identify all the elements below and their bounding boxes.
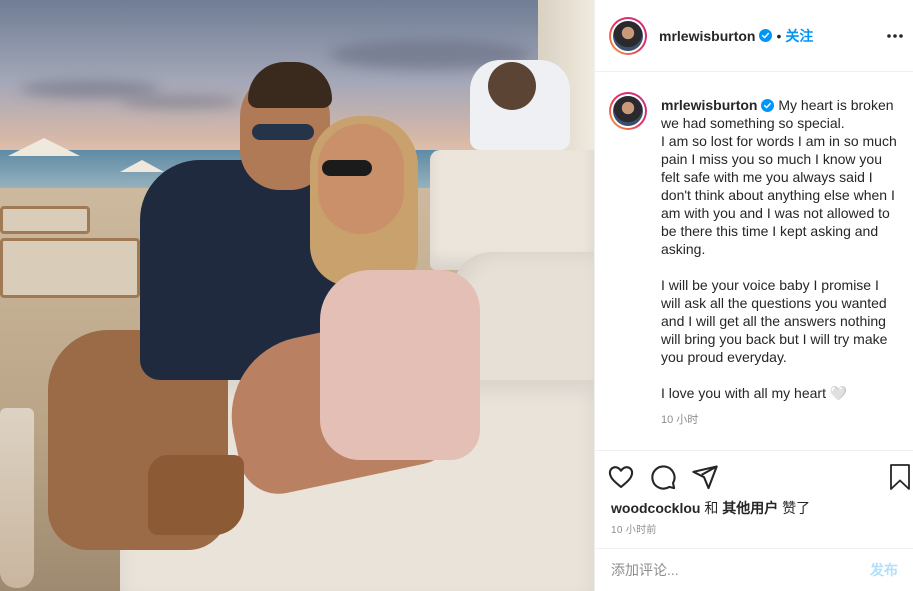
liked-by-user[interactable]: woodcocklou — [611, 500, 700, 516]
sun-lounger — [0, 238, 140, 298]
cloud — [120, 96, 240, 108]
liked-by-others[interactable]: 其他用户 — [722, 500, 778, 516]
woman-face — [318, 124, 404, 234]
header-username[interactable]: mrlewisburton — [659, 28, 755, 44]
post-timestamp[interactable]: 10 小时前 — [611, 521, 657, 536]
post-sidebar: mrlewisburton • 关注 mrlewisburton My hear… — [594, 0, 913, 591]
comment-box: 发布 — [595, 548, 913, 591]
sunglasses — [322, 160, 372, 176]
comment-icon[interactable] — [649, 463, 677, 491]
post-photo[interactable] — [0, 0, 594, 591]
bystander-head — [488, 62, 536, 110]
caption-text: mrlewisburton My heart is broken we had … — [661, 96, 899, 402]
separator-dot: • — [776, 27, 782, 44]
more-options-icon[interactable] — [883, 26, 907, 46]
comment-input[interactable] — [611, 562, 870, 578]
caption-timestamp[interactable]: 10 小时 — [661, 411, 899, 427]
verified-badge-icon — [759, 29, 773, 42]
man-hair — [248, 62, 332, 108]
follow-button[interactable]: 关注 — [785, 26, 813, 46]
heart-icon[interactable] — [607, 463, 635, 491]
woman-dress — [320, 270, 480, 460]
beach-umbrella — [8, 138, 80, 156]
avatar[interactable] — [609, 16, 647, 55]
share-icon[interactable] — [691, 463, 719, 491]
wine-glass — [0, 408, 34, 588]
boot — [148, 455, 244, 535]
sun-lounger — [0, 206, 90, 234]
verified-badge-icon — [761, 99, 775, 112]
caption: mrlewisburton My heart is broken we had … — [595, 72, 913, 450]
caption-avatar[interactable] — [609, 92, 647, 130]
post-comment-button[interactable]: 发布 — [870, 560, 898, 580]
liked-by: woodcocklou 和 其他用户 赞了 — [611, 500, 811, 516]
action-bar: woodcocklou 和 其他用户 赞了 10 小时前 — [595, 450, 913, 548]
avatar-image — [613, 20, 643, 51]
beach-umbrella — [120, 160, 164, 172]
cloud — [20, 80, 160, 98]
bookmark-icon[interactable] — [888, 463, 912, 491]
caption-username[interactable]: mrlewisburton — [661, 97, 757, 113]
post-header: mrlewisburton • 关注 — [595, 0, 913, 72]
avatar-image — [613, 96, 643, 126]
action-icons — [607, 463, 719, 491]
sunglasses — [252, 124, 314, 140]
caption-body: My heart is broken we had something so s… — [661, 97, 897, 401]
